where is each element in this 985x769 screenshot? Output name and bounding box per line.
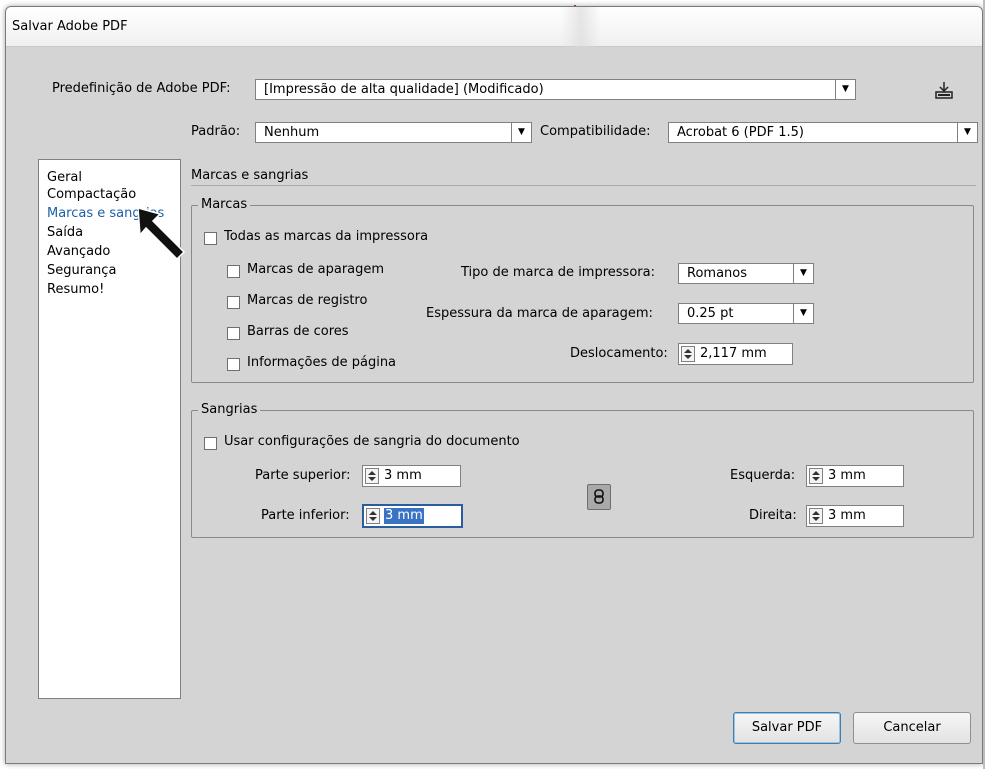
- chevron-down-icon: ▼: [793, 304, 813, 323]
- link-bleeds-button[interactable]: [587, 484, 611, 510]
- bleed-bottom-value: 3 mm: [384, 508, 424, 524]
- stepper-icon[interactable]: [681, 346, 695, 362]
- mark-type-dropdown[interactable]: Romanos ▼: [678, 263, 814, 284]
- trim-weight-dropdown[interactable]: 0.25 pt ▼: [678, 303, 814, 324]
- cancel-button[interactable]: Cancelar: [853, 712, 971, 744]
- use-doc-bleed-checkbox[interactable]: [204, 437, 217, 450]
- chain-link-icon: [594, 489, 604, 504]
- preset-label: Predefinição de Adobe PDF:: [52, 81, 231, 96]
- chevron-down-icon: ▼: [793, 264, 813, 283]
- section-divider: [191, 185, 976, 186]
- chevron-down-icon: ▼: [957, 123, 977, 142]
- page-info-label: Informações de página: [247, 355, 397, 370]
- sidebar-item-seguranca[interactable]: Segurança: [47, 263, 116, 279]
- standard-label: Padrão:: [191, 124, 241, 139]
- stepper-icon[interactable]: [809, 508, 823, 524]
- section-title: Marcas e sangrias: [191, 168, 309, 183]
- page-info-checkbox[interactable]: [227, 358, 240, 371]
- standard-dropdown[interactable]: Nenhum ▼: [255, 122, 532, 143]
- compatibility-dropdown[interactable]: Acrobat 6 (PDF 1.5) ▼: [668, 122, 978, 143]
- use-doc-bleed-label: Usar configurações de sangria do documen…: [224, 434, 520, 449]
- bleed-top-value: 3 mm: [384, 468, 422, 483]
- sidebar-item-resumo[interactable]: Resumo!: [47, 282, 104, 298]
- registration-marks-label: Marcas de registro: [247, 293, 368, 308]
- preset-dropdown[interactable]: [Impressão de alta qualidade] (Modificad…: [255, 79, 856, 100]
- bleed-right-label: Direita:: [749, 508, 797, 523]
- stepper-icon[interactable]: [366, 508, 380, 524]
- save-preset-icon[interactable]: [932, 79, 956, 101]
- trim-weight-value: 0.25 pt: [687, 306, 734, 321]
- sidebar-item-compactacao[interactable]: Compactação: [47, 187, 136, 203]
- bleed-top-label: Parte superior:: [255, 468, 351, 483]
- offset-label: Deslocamento:: [570, 346, 668, 361]
- dialog-title: Salvar Adobe PDF: [12, 19, 128, 34]
- bleed-left-value: 3 mm: [828, 468, 866, 483]
- sidebar-item-geral[interactable]: Geral: [47, 170, 82, 186]
- offset-value: 2,117 mm: [700, 346, 767, 361]
- crop-marks-label: Marcas de aparagem: [247, 262, 385, 277]
- save-pdf-button[interactable]: Salvar PDF: [733, 712, 841, 744]
- preset-value: [Impressão de alta qualidade] (Modificad…: [264, 82, 544, 97]
- sidebar-item-saida[interactable]: Saída: [47, 225, 83, 241]
- bleed-left-label: Esquerda:: [730, 468, 796, 483]
- bleed-bottom-label: Parte inferior:: [261, 508, 350, 523]
- save-pdf-dialog: Salvar Adobe PDF Predefinição de Adobe P…: [5, 6, 983, 764]
- crop-marks-checkbox[interactable]: [227, 265, 240, 278]
- mouse-pointer-icon: [137, 206, 192, 264]
- standard-value: Nenhum: [264, 125, 320, 140]
- color-bars-label: Barras de cores: [247, 324, 349, 339]
- bleed-left-field[interactable]: 3 mm: [806, 465, 904, 487]
- bleeds-group-label: Sangrias: [198, 402, 261, 417]
- compatibility-value: Acrobat 6 (PDF 1.5): [677, 125, 804, 140]
- bleed-right-value: 3 mm: [828, 508, 866, 523]
- stepper-icon[interactable]: [809, 468, 823, 484]
- trim-weight-label: Espessura da marca de aparagem:: [426, 306, 653, 321]
- mark-type-value: Romanos: [687, 266, 747, 281]
- offset-field[interactable]: 2,117 mm: [678, 343, 793, 365]
- all-marks-checkbox[interactable]: [204, 232, 217, 245]
- registration-marks-checkbox[interactable]: [227, 296, 240, 309]
- title-bar[interactable]: Salvar Adobe PDF: [6, 7, 982, 47]
- compatibility-label: Compatibilidade:: [540, 124, 651, 139]
- marks-group-label: Marcas: [198, 197, 251, 212]
- all-marks-label: Todas as marcas da impressora: [224, 229, 429, 244]
- color-bars-checkbox[interactable]: [227, 327, 240, 340]
- bleed-right-field[interactable]: 3 mm: [806, 505, 904, 527]
- stepper-icon[interactable]: [365, 468, 379, 484]
- bleed-bottom-field[interactable]: 3 mm: [362, 504, 463, 528]
- chevron-down-icon: ▼: [835, 80, 855, 99]
- chevron-down-icon: ▼: [511, 123, 531, 142]
- title-bar-highlight: [561, 7, 601, 47]
- sidebar-item-avancado[interactable]: Avançado: [47, 244, 110, 260]
- mark-type-label: Tipo de marca de impressora:: [461, 265, 655, 280]
- bleed-top-field[interactable]: 3 mm: [362, 465, 461, 487]
